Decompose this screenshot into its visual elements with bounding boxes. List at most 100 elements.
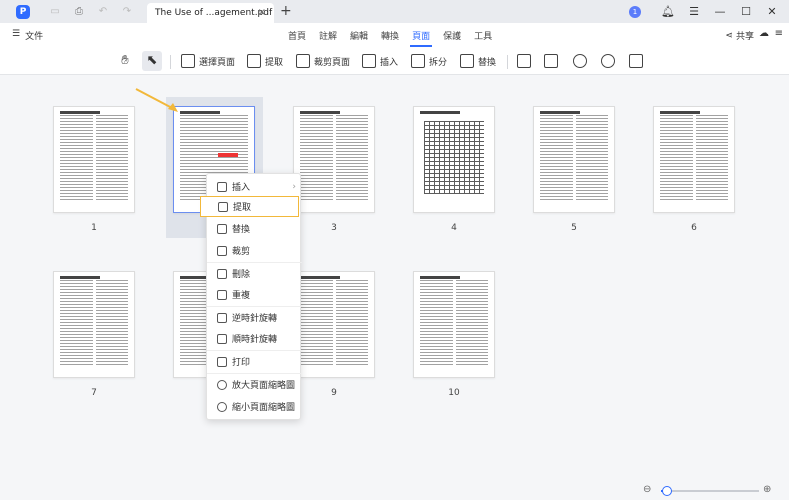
- tab-comment[interactable]: 註解: [319, 29, 337, 42]
- maximize-icon[interactable]: ☐: [733, 5, 759, 18]
- page-thumbnail[interactable]: [293, 271, 375, 378]
- ctx-rotate-ccw[interactable]: 逆時針旋轉: [207, 307, 302, 328]
- cloud-icon[interactable]: ☁: [759, 28, 769, 39]
- ctx-insert-label: 插入: [232, 183, 251, 193]
- ctx-shrink-thumbnails[interactable]: 縮小頁面縮略圖: [207, 396, 302, 417]
- page-number: 6: [691, 223, 697, 233]
- page-thumbnail[interactable]: [413, 106, 495, 213]
- close-icon[interactable]: ✕: [759, 5, 785, 18]
- ctx-rotate-ccw-label: 逆時針旋轉: [232, 314, 278, 324]
- menu-tabs: 首頁 註解 編輯 轉換 頁面 保護 工具: [288, 29, 492, 47]
- split-button[interactable]: 拆分: [411, 51, 447, 71]
- print-icon[interactable]: ⎙: [72, 5, 86, 19]
- zoom-slider-track[interactable]: [661, 486, 759, 496]
- page-thumbnail[interactable]: [413, 271, 495, 378]
- crop-pages-button[interactable]: 裁剪頁面: [296, 51, 350, 71]
- save-icon[interactable]: ▭: [48, 5, 62, 19]
- select-tool-button[interactable]: ⬉: [142, 51, 162, 71]
- tab-title: The Use of ...agement.pdf: [155, 8, 273, 18]
- zoom-slider-handle[interactable]: [661, 486, 672, 496]
- split-label: 拆分: [429, 57, 448, 68]
- mail-icon[interactable]: ☰: [681, 5, 707, 18]
- redo-icon[interactable]: ↷: [120, 5, 134, 19]
- tab-page[interactable]: 頁面: [410, 29, 433, 47]
- ctx-replace[interactable]: 替換: [207, 218, 302, 239]
- zoom-out-thumb-button[interactable]: [573, 51, 587, 71]
- ctx-insert[interactable]: 插入 ›: [207, 176, 302, 197]
- page-number: 10: [448, 388, 460, 398]
- tab-tools[interactable]: 工具: [474, 29, 492, 42]
- zoom-in-icon[interactable]: ⊕: [763, 484, 771, 495]
- insert-button[interactable]: 插入: [362, 51, 398, 71]
- page-thumbnail[interactable]: [293, 106, 375, 213]
- tab-close-icon[interactable]: ×: [258, 7, 266, 18]
- zoom-out-icon: [573, 54, 587, 68]
- annotation-arrow: [135, 88, 178, 112]
- ctx-duplicate[interactable]: 重複: [207, 284, 302, 305]
- ctx-crop[interactable]: 裁剪: [207, 240, 302, 261]
- zoom-out-icon: [217, 401, 227, 412]
- ctx-extract[interactable]: 提取: [200, 196, 299, 217]
- ctx-duplicate-label: 重複: [232, 291, 251, 301]
- ctx-shrink-label: 縮小頁面縮略圖: [232, 403, 296, 413]
- replace-label: 替換: [478, 57, 497, 68]
- tab-protect[interactable]: 保護: [443, 29, 461, 42]
- extract-button[interactable]: 提取: [247, 51, 283, 71]
- new-tab-button[interactable]: +: [280, 3, 292, 19]
- page-layout-right-button[interactable]: [544, 51, 558, 71]
- file-menu[interactable]: ☰ 文件: [12, 29, 43, 42]
- ctx-replace-label: 替換: [232, 225, 251, 235]
- share-label: 共享: [735, 32, 754, 42]
- minimize-icon[interactable]: —: [707, 5, 733, 18]
- tab-home[interactable]: 首頁: [288, 29, 306, 42]
- menu-bar: ☰ 文件 首頁 註解 編輯 轉換 頁面 保護 工具 ⋖ 共享 ☁ ≡: [0, 23, 789, 47]
- zoom-in-thumb-button[interactable]: [601, 51, 615, 71]
- duplicate-icon: [217, 289, 227, 300]
- zoom-in-icon: [217, 379, 227, 390]
- tab-convert[interactable]: 轉換: [381, 29, 399, 42]
- page-layout-left-button[interactable]: [517, 51, 531, 71]
- tab-edit[interactable]: 編輯: [350, 29, 368, 42]
- crop-pages-label: 裁剪頁面: [314, 57, 351, 68]
- select-pages-button[interactable]: 選擇頁面: [181, 51, 235, 71]
- print-icon: [217, 356, 227, 367]
- rotate-cw-icon: [217, 333, 227, 344]
- ctx-print[interactable]: 打印: [207, 351, 302, 372]
- page-number: 9: [331, 388, 337, 398]
- zoom-out-icon[interactable]: ⊖: [643, 484, 651, 495]
- replace-button[interactable]: 替換: [460, 51, 496, 71]
- page-thumbnail[interactable]: [53, 271, 135, 378]
- ctx-rotate-cw[interactable]: 順時針旋轉: [207, 328, 302, 349]
- page-number: 4: [451, 223, 457, 233]
- split-icon: [411, 54, 425, 68]
- page-number: 7: [91, 388, 97, 398]
- undo-icon[interactable]: ↶: [96, 5, 110, 19]
- page-layout-right-icon: [544, 54, 558, 68]
- insert-label: 插入: [380, 57, 399, 68]
- page-thumbnail[interactable]: [653, 106, 735, 213]
- replace-icon: [460, 54, 474, 68]
- hamburger-icon: ☰: [12, 29, 21, 39]
- account-badge[interactable]: 1: [629, 5, 641, 18]
- share-button[interactable]: ⋖ 共享: [725, 29, 754, 43]
- file-menu-label: 文件: [25, 32, 44, 42]
- delete-page-button[interactable]: [629, 51, 643, 71]
- page-number: 3: [331, 223, 337, 233]
- document-tab[interactable]: The Use of ...agement.pdf ×: [147, 3, 274, 23]
- share-icon: ⋖: [725, 30, 733, 41]
- crop-icon: [217, 245, 227, 256]
- thumbnail-zoom-control: ⊖ ⊕: [639, 484, 789, 498]
- insert-icon: [217, 181, 227, 192]
- page-thumbnail[interactable]: [53, 106, 135, 213]
- ctx-delete[interactable]: 刪除: [207, 263, 302, 284]
- hand-tool-button[interactable]: ✋︎: [118, 51, 132, 71]
- ctx-print-label: 打印: [232, 358, 251, 368]
- more-menu-icon[interactable]: ≡: [775, 28, 783, 39]
- bell-icon[interactable]: 🔔︎: [655, 5, 681, 18]
- hand-icon: ✋︎: [121, 53, 129, 68]
- ctx-enlarge-thumbnails[interactable]: 放大頁面縮略圖: [207, 374, 302, 395]
- ctx-delete-label: 刪除: [232, 270, 251, 280]
- page-thumbnail[interactable]: [533, 106, 615, 213]
- ctx-enlarge-label: 放大頁面縮略圖: [232, 381, 296, 391]
- extract-icon: [247, 54, 261, 68]
